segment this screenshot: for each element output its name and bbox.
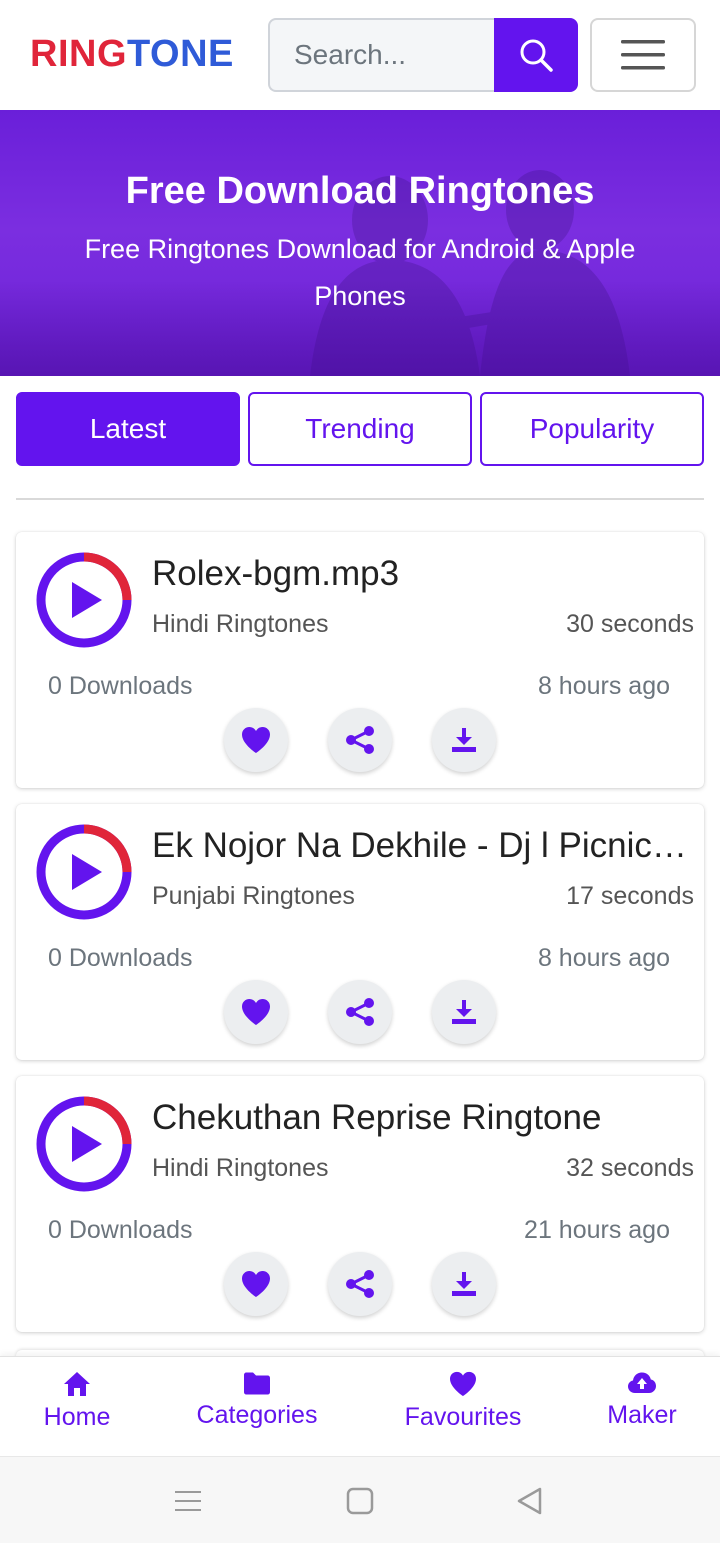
share-button[interactable] [328,708,392,772]
ringtone-time: 8 hours ago [537,944,670,972]
tab-trending[interactable]: Trending [248,392,472,466]
hamburger-menu-icon [621,40,665,70]
share-icon [346,1270,374,1298]
ringtone-duration: 32 seconds [566,1154,694,1182]
play-button[interactable] [36,824,132,920]
banner-subtitle: Free Ringtones Download for Android & Ap… [84,234,636,311]
share-icon [346,726,374,754]
ringtone-actions [224,980,496,1044]
search-icon [520,39,553,72]
play-icon [72,582,102,618]
ringtone-category[interactable]: Hindi Ringtones [152,610,329,639]
divider [16,498,704,500]
hero-banner: Free Download Ringtones Free Ringtones D… [0,110,720,376]
ringtone-title[interactable]: Rolex-bgm.mp3 [152,554,692,594]
folder-icon [244,1372,270,1395]
play-button[interactable] [36,552,132,648]
share-button[interactable] [328,1252,392,1316]
download-button[interactable] [432,980,496,1044]
ringtone-card: Chekuthan Reprise Ringtone Hindi Rington… [16,1076,704,1332]
favourite-button[interactable] [224,1252,288,1316]
content-area: Latest Trending Popularity Rolex-bgm.mp3… [0,376,720,1370]
home-system-icon[interactable] [344,1485,376,1517]
back-icon[interactable] [514,1485,546,1517]
nav-home[interactable]: Home [36,1371,118,1447]
ringtone-card: Rolex-bgm.mp3 Hindi Ringtones 30 seconds… [16,532,704,788]
ringtone-time: 8 hours ago [537,672,670,700]
ringtone-duration: 30 seconds [566,610,694,638]
sort-tabs: Latest Trending Popularity [16,392,704,466]
nav-maker-label: Maker [607,1401,677,1429]
system-navigation-bar [0,1456,720,1543]
bottom-navigation: Home Categories Favourites Maker [0,1356,720,1456]
download-button[interactable] [432,708,496,772]
play-icon [72,854,102,890]
search-input[interactable] [268,18,508,92]
favourite-button[interactable] [224,708,288,772]
heart-icon [242,999,270,1025]
tab-popularity[interactable]: Popularity [480,392,704,466]
search-bar [268,18,578,92]
logo-part-tone: TONE [127,33,234,75]
logo[interactable]: RINGTONE [30,33,234,76]
ringtone-title[interactable]: Ek Nojor Na Dekhile - Dj l Picnic Specia… [152,826,692,866]
ringtone-time: 21 hours ago [524,1216,670,1244]
banner-title: Free Download Ringtones [125,170,595,212]
cloud-upload-icon [628,1372,656,1393]
share-button[interactable] [328,980,392,1044]
ringtone-card: Ek Nojor Na Dekhile - Dj l Picnic Specia… [16,804,704,1060]
nav-home-label: Home [43,1403,111,1431]
home-icon [64,1372,90,1396]
download-button[interactable] [432,1252,496,1316]
play-icon [72,1126,102,1162]
ringtone-downloads: 0 Downloads [48,1216,193,1244]
search-button[interactable] [494,18,578,92]
share-icon [346,998,374,1026]
nav-favourites-label: Favourites [404,1403,522,1431]
ringtone-downloads: 0 Downloads [48,944,193,972]
download-icon [452,1272,476,1296]
heart-icon [242,1271,270,1297]
download-icon [452,728,476,752]
download-icon [452,1000,476,1024]
heart-icon [450,1371,476,1397]
page: RINGTONE Search... Free Download Rington… [0,0,720,1543]
recent-apps-icon[interactable] [172,1485,204,1517]
nav-categories-label: Categories [196,1401,318,1429]
ringtone-downloads: 0 Downloads [48,672,193,700]
ringtone-category[interactable]: Hindi Ringtones [152,1154,329,1183]
nav-maker[interactable]: Maker [602,1371,682,1447]
logo-part-ring: RING [30,33,127,75]
tab-latest[interactable]: Latest [16,392,240,466]
top-header: RINGTONE [0,0,720,110]
nav-favourites[interactable]: Favourites [398,1371,528,1447]
favourite-button[interactable] [224,980,288,1044]
ringtone-title[interactable]: Chekuthan Reprise Ringtone [152,1098,692,1138]
ringtone-actions [224,708,496,772]
nav-categories[interactable]: Categories [190,1371,324,1447]
heart-icon [242,727,270,753]
ringtone-duration: 17 seconds [566,882,694,910]
ringtone-actions [224,1252,496,1316]
ringtone-category[interactable]: Punjabi Ringtones [152,882,355,911]
play-button[interactable] [36,1096,132,1192]
menu-button[interactable] [590,18,696,92]
